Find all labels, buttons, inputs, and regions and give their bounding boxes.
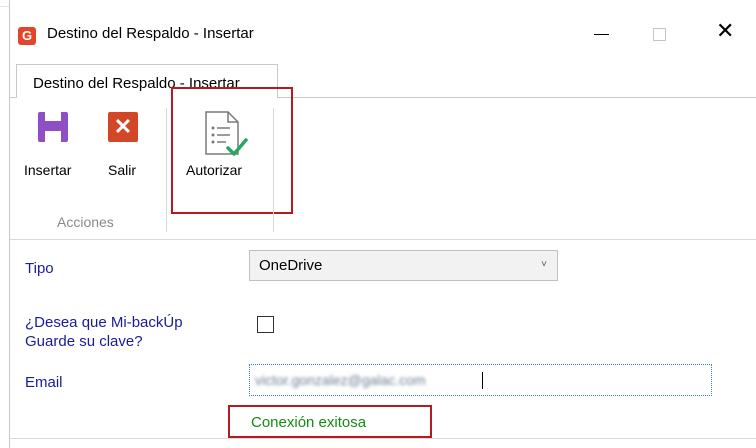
save-icon[interactable] (38, 112, 68, 142)
email-field[interactable]: victor.gonzalez@galac.com (249, 364, 712, 396)
salir-button-label[interactable]: Salir (108, 162, 136, 178)
guardar-clave-label-line2: Guarde su clave? (25, 333, 143, 350)
group-label-acciones: Acciones (57, 214, 114, 230)
email-label: Email (25, 374, 63, 391)
tipo-selected-value: OneDrive (259, 257, 323, 274)
minimize-button[interactable] (592, 22, 612, 42)
close-button[interactable]: ✕ (716, 20, 734, 42)
ribbon-separator (273, 108, 274, 232)
chevron-down-icon: ˅ (541, 259, 547, 270)
app-logo-icon: G (18, 27, 36, 45)
maximize-button[interactable] (653, 28, 666, 41)
insertar-button-label[interactable]: Insertar (24, 162, 71, 178)
autorizar-highlight-box (171, 87, 293, 214)
guardar-clave-checkbox[interactable] (257, 316, 274, 333)
close-icon[interactable]: ✕ (108, 112, 138, 142)
status-highlight-box (228, 405, 432, 438)
text-caret (482, 372, 483, 389)
tipo-select[interactable]: OneDrive ˅ (249, 250, 558, 281)
ribbon-separator (166, 108, 167, 232)
tipo-label: Tipo (25, 260, 54, 277)
email-value: victor.gonzalez@galac.com (255, 372, 426, 388)
guardar-clave-label-line1: ¿Desea que Mi-backÚp (25, 314, 183, 331)
window-title: Destino del Respaldo - Insertar (47, 25, 254, 42)
divider (10, 438, 756, 439)
